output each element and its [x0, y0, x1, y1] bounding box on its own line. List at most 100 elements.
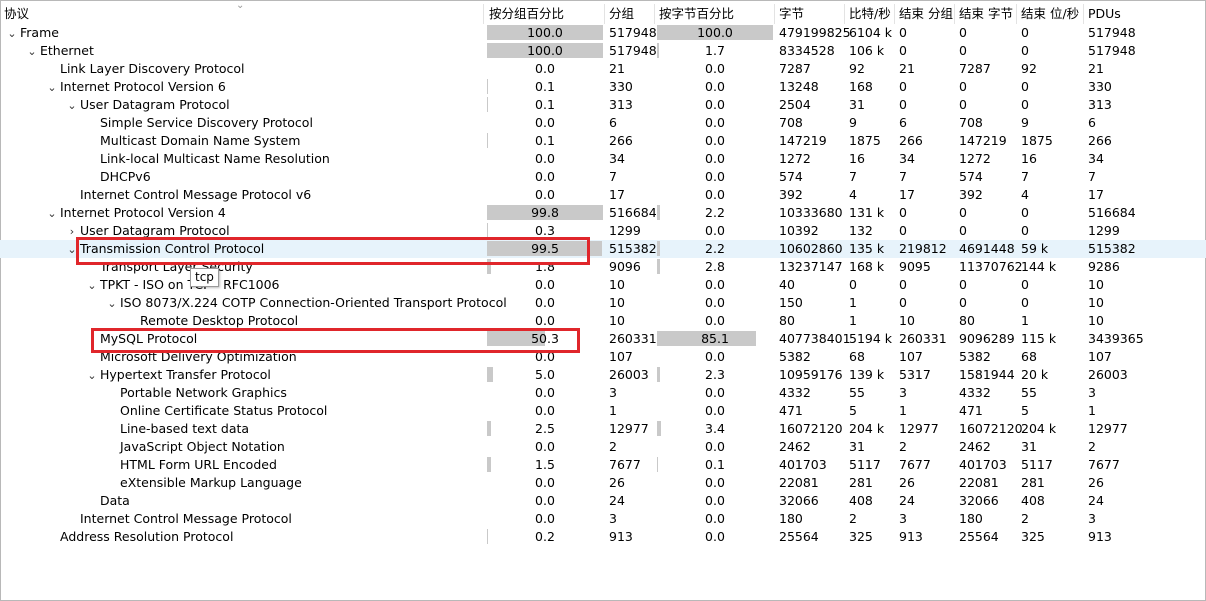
expand-chevron-icon[interactable]: ⌄ — [64, 97, 80, 115]
column-header-byte-percent[interactable]: 按字节百分比 — [655, 4, 775, 24]
expand-chevron-icon[interactable]: ⌄ — [4, 25, 20, 43]
packet-percent-value: 0.0 — [535, 511, 555, 526]
table-row[interactable]: Simple Service Discovery Protocol 0.0 0.0 6… — [0, 114, 1206, 132]
table-row[interactable]: ⌄ ISO 8073/X.224 COTP Connection-Oriented… — [0, 294, 1206, 312]
end-bps-cell: 0 — [1021, 97, 1029, 112]
expand-chevron-icon[interactable]: ⌄ — [24, 43, 40, 61]
packet-percent-value: 0.0 — [535, 187, 555, 202]
table-row[interactable]: HTML Form URL Encoded 1.5 0.1 7677 401703 511… — [0, 456, 1206, 474]
table-row[interactable]: ⌄ Internet Protocol Version 4 99.8 2.2 51668… — [0, 204, 1206, 222]
end-packets-cell: 9095 — [899, 259, 931, 274]
packet-percent-value: 0.3 — [535, 223, 555, 238]
end-bytes-cell: 0 — [959, 25, 967, 40]
end-bps-cell: 0 — [1021, 295, 1029, 310]
table-row[interactable]: Multicast Domain Name System 0.1 0.0 266 147… — [0, 132, 1206, 150]
table-row[interactable]: ⌄ Ethernet 100.0 1.7 517948 8334528 106 k 0 0 0 51… — [0, 42, 1206, 60]
end-packets-cell: 34 — [899, 151, 915, 166]
packet-percent-value: 0.0 — [535, 439, 555, 454]
protocol-label: eXtensible Markup Language — [120, 475, 302, 490]
bytes-cell: 180 — [779, 511, 803, 526]
table-row[interactable]: Link-local Multicast Name Resolution 0.0 0… — [0, 150, 1206, 168]
end-bytes-cell: 25564 — [959, 529, 999, 544]
column-header-bits-per-sec[interactable]: 比特/秒 — [845, 4, 895, 24]
protocol-name-cell: Line-based text data — [104, 420, 249, 438]
expand-chevron-icon[interactable]: ⌄ — [84, 367, 100, 385]
column-header-bytes[interactable]: 字节 — [775, 4, 845, 24]
table-row[interactable]: Data 0.0 0.0 24 32066 408 24 32066 408 24 — [0, 492, 1206, 510]
table-row[interactable]: ⌄ User Datagram Protocol 0.1 0.0 313 2504 31 0 0… — [0, 96, 1206, 114]
packet-percent-value: 0.0 — [535, 295, 555, 310]
column-header-protocol[interactable]: 协议 — [0, 4, 484, 24]
column-header-end-bytes[interactable]: 结束 字节 — [955, 4, 1017, 24]
column-header-packets[interactable]: 分组 — [605, 4, 655, 24]
expand-chevron-icon[interactable]: ⌄ — [104, 295, 120, 313]
packet-percent-bar: 0.2 — [487, 529, 603, 544]
protocol-label: Internet Protocol Version 6 — [60, 79, 226, 94]
bytes-cell: 5382 — [779, 349, 811, 364]
table-row[interactable]: ⌄ Frame 100.0 100.0 517948 479199825 6104 k 0 0 0… — [0, 24, 1206, 42]
protocol-label: Ethernet — [40, 43, 94, 58]
byte-percent-bar: 0.0 — [657, 475, 773, 490]
column-header-pdus[interactable]: PDUs — [1084, 4, 1204, 24]
packets-cell: 2 — [609, 439, 617, 454]
end-bps-cell: 144 k — [1021, 259, 1057, 274]
table-row[interactable]: ⌄TPKT - ISO on TCP - RFC1006 0.0 0.0 10 40 0 0… — [0, 276, 1206, 294]
end-bps-cell: 20 k — [1021, 367, 1049, 382]
end-packets-cell: 913 — [899, 529, 923, 544]
bps-cell: 5117 — [849, 457, 881, 472]
end-bps-cell: 2 — [1021, 511, 1029, 526]
pdus-cell: 1299 — [1088, 223, 1120, 238]
protocol-label: Address Resolution Protocol — [60, 529, 234, 544]
expand-chevron-icon[interactable]: ⌄ — [44, 205, 60, 223]
packets-cell: 107 — [609, 349, 633, 364]
protocol-label: Link-local Multicast Name Resolution — [100, 151, 330, 166]
bps-cell: 131 k — [849, 205, 885, 220]
pdus-cell: 10 — [1088, 295, 1104, 310]
end-packets-cell: 1 — [899, 403, 907, 418]
table-row[interactable]: ⌄ Hypertext Transfer Protocol 5.0 2.3 26003 1… — [0, 366, 1206, 384]
byte-percent-bar: 0.0 — [657, 439, 773, 454]
packet-percent-value: 0.0 — [535, 61, 555, 76]
expand-chevron-icon[interactable]: ⌄ — [84, 277, 100, 295]
table-row[interactable]: JavaScript Object Notation 0.0 0.0 2 2462 31 2… — [0, 438, 1206, 456]
pdus-cell: 516684 — [1088, 205, 1136, 220]
expand-chevron-icon[interactable]: ⌄ — [44, 79, 60, 97]
end-packets-cell: 3 — [899, 511, 907, 526]
bytes-cell: 407738401 — [779, 331, 851, 346]
table-row[interactable]: DHCPv6 0.0 0.0 7 574 7 7 574 7 7 — [0, 168, 1206, 186]
bytes-cell: 7287 — [779, 61, 811, 76]
end-bps-cell: 204 k — [1021, 421, 1057, 436]
packet-percent-bar: 0.0 — [487, 403, 603, 418]
byte-percent-value: 0.0 — [705, 529, 725, 544]
column-header-packet-percent[interactable]: 按分组百分比 — [485, 4, 605, 24]
byte-percent-bar: 2.3 — [657, 367, 773, 382]
bytes-cell: 13248 — [779, 79, 819, 94]
table-row[interactable]: Line-based text data 2.5 3.4 12977 16072120 2… — [0, 420, 1206, 438]
packets-cell: 12977 — [609, 421, 649, 436]
byte-percent-bar: 0.0 — [657, 349, 773, 364]
byte-percent-value: 0.0 — [705, 169, 725, 184]
packet-percent-bar: 100.0 — [487, 43, 603, 58]
column-header-end-packets[interactable]: 结束 分组 — [895, 4, 955, 24]
table-row[interactable]: Link Layer Discovery Protocol 0.0 0.0 21 728… — [0, 60, 1206, 78]
bps-cell: 325 — [849, 529, 873, 544]
packets-cell: 516684 — [609, 205, 657, 220]
end-bps-cell: 68 — [1021, 349, 1037, 364]
protocol-label: Simple Service Discovery Protocol — [100, 115, 313, 130]
table-row[interactable]: Internet Control Message Protocol v6 0.0 0… — [0, 186, 1206, 204]
table-row[interactable]: Online Certificate Status Protocol 0.0 0.0… — [0, 402, 1206, 420]
column-header-end-bits-per-sec[interactable]: 结束 位/秒 — [1017, 4, 1084, 24]
packet-percent-value: 0.0 — [535, 169, 555, 184]
byte-percent-value: 2.3 — [705, 367, 725, 382]
bps-cell: 281 — [849, 475, 873, 490]
end-packets-cell: 0 — [899, 205, 907, 220]
table-row[interactable]: ⌄ Internet Protocol Version 6 0.1 0.0 330 132… — [0, 78, 1206, 96]
table-row[interactable]: Internet Control Message Protocol 0.0 0.0 3… — [0, 510, 1206, 528]
table-row[interactable]: Address Resolution Protocol 0.2 0.0 913 2556… — [0, 528, 1206, 546]
bps-cell: 6104 k — [849, 25, 893, 40]
end-bytes-cell: 0 — [959, 79, 967, 94]
table-row[interactable]: eXtensible Markup Language 0.0 0.0 26 22081 2… — [0, 474, 1206, 492]
bps-cell: 5 — [849, 403, 857, 418]
packet-percent-bar: 0.0 — [487, 493, 603, 508]
table-row[interactable]: Portable Network Graphics 0.0 0.0 3 4332 55 3 4… — [0, 384, 1206, 402]
